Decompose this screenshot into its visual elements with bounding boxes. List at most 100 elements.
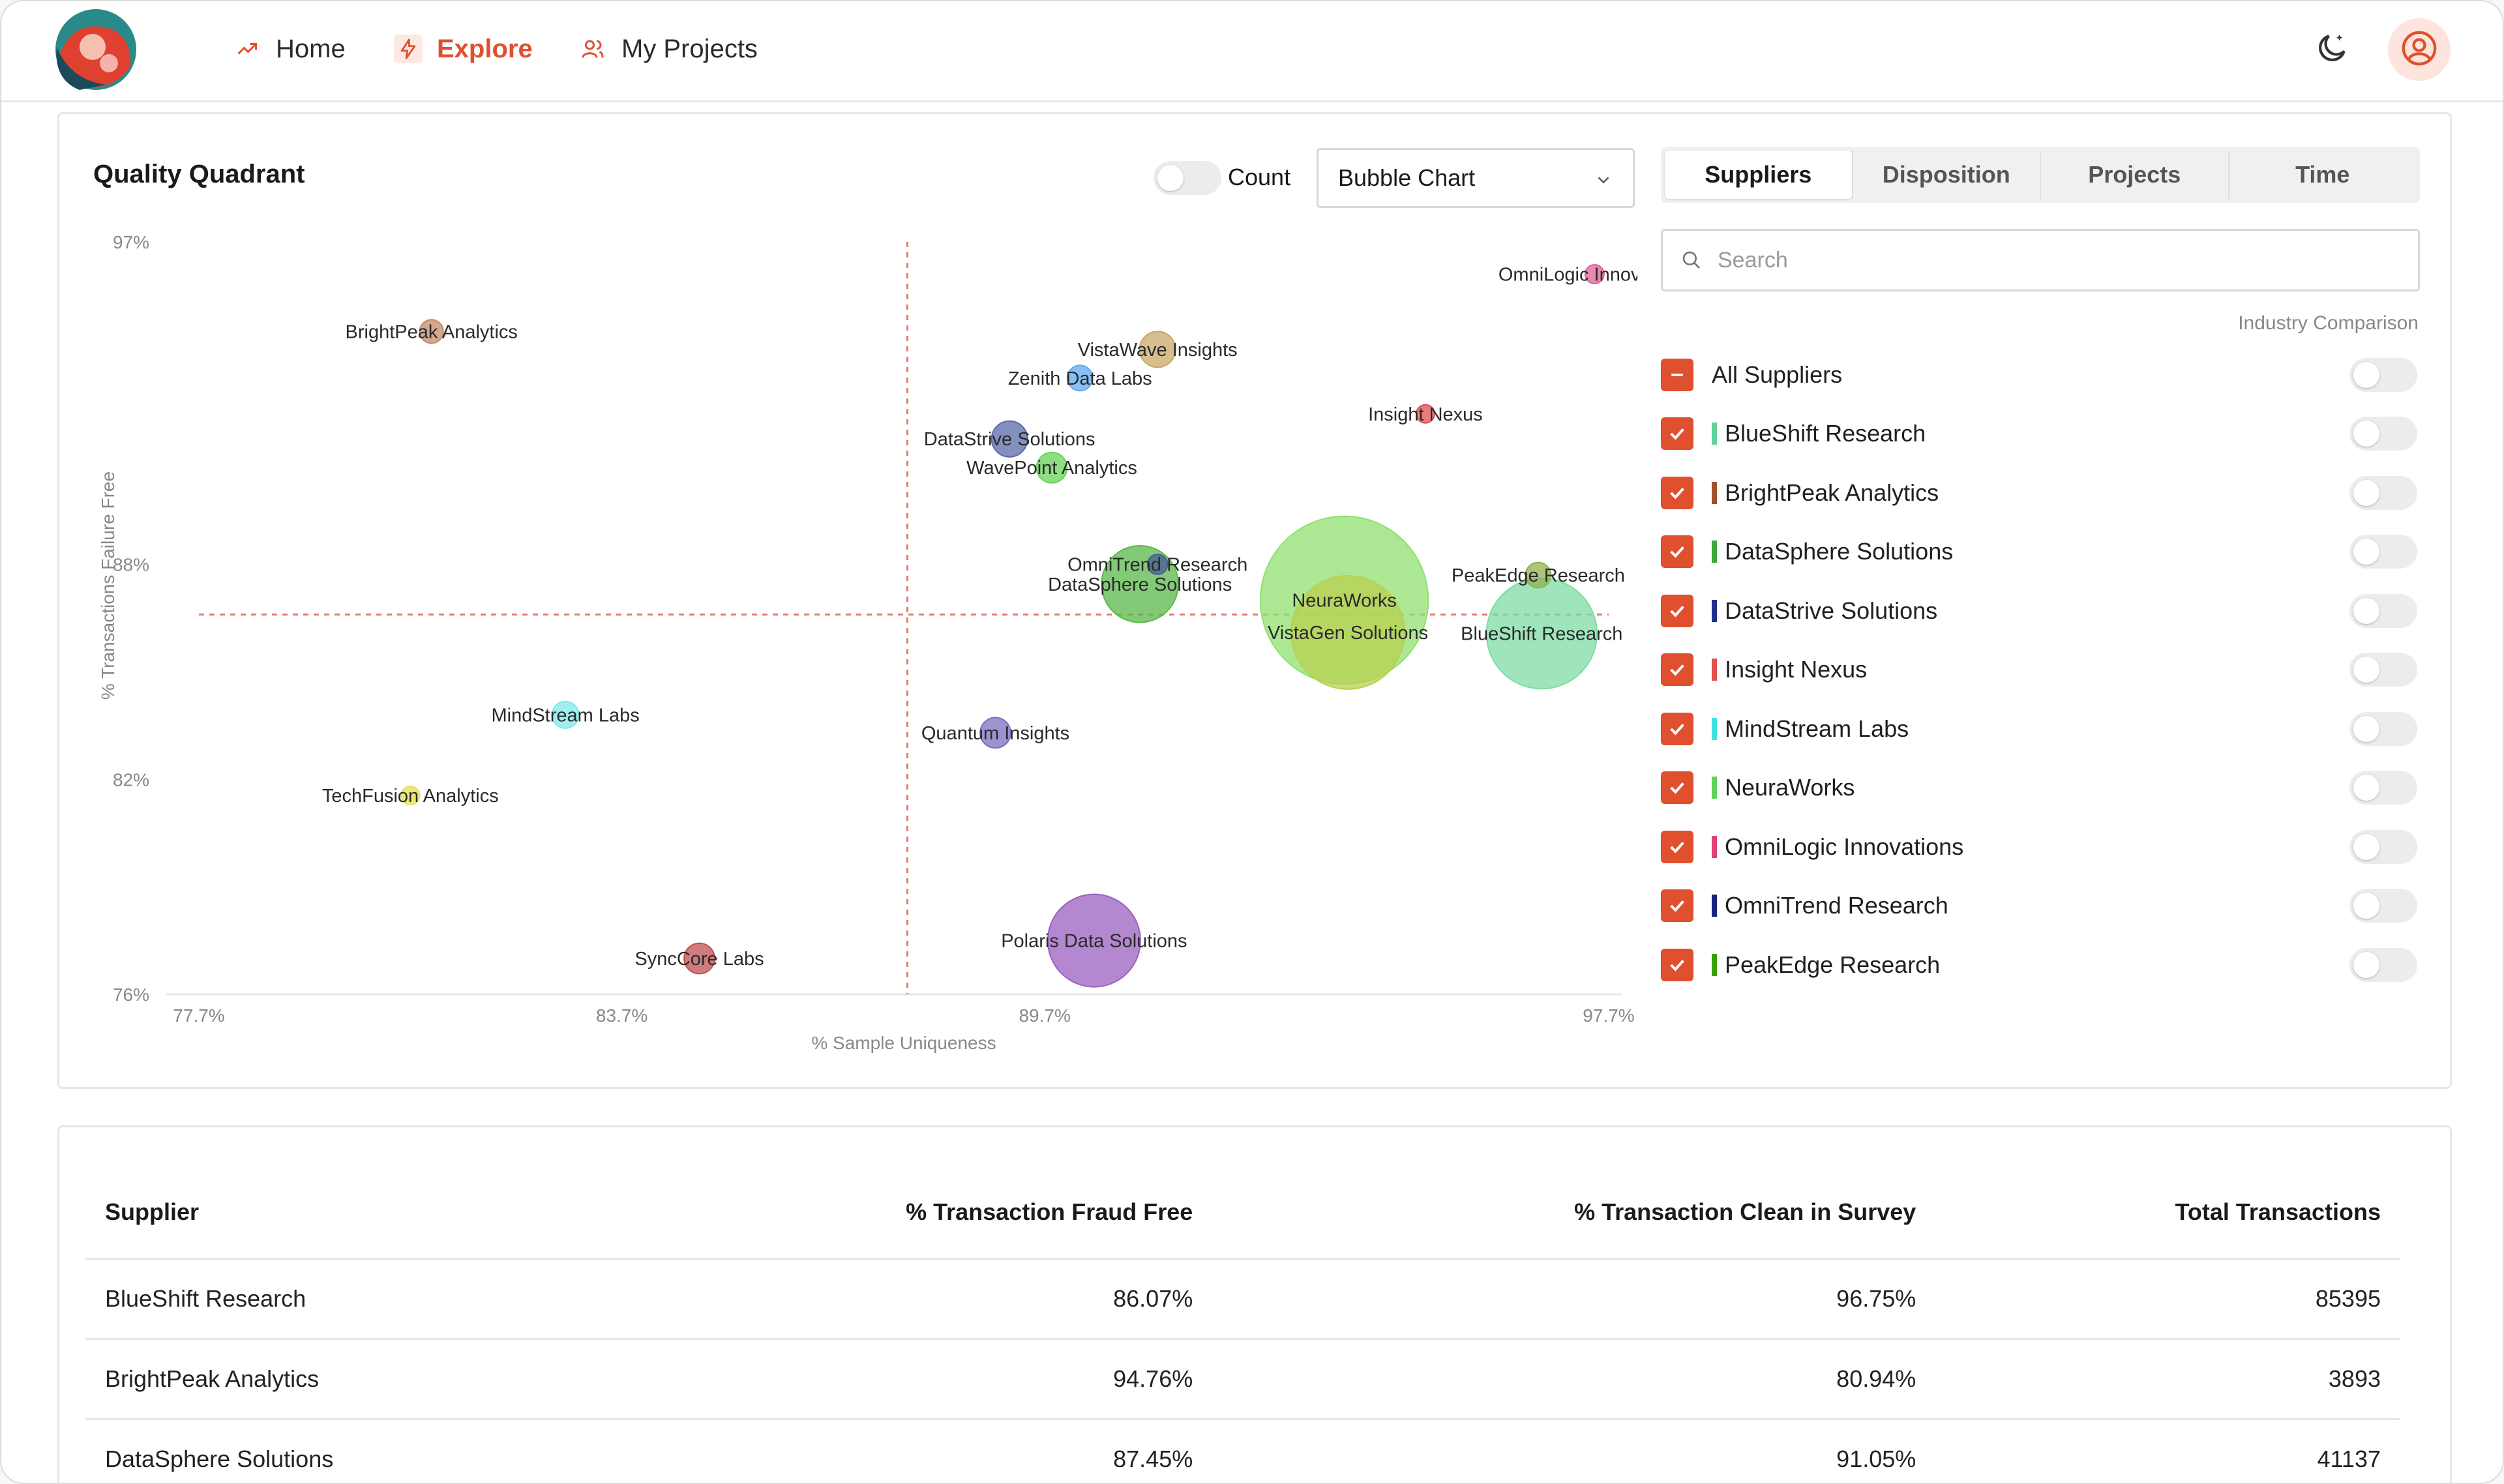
column-header-clean-in-survey[interactable]: % Transaction Clean in Survey [1212,1166,1936,1260]
users-icon [578,35,607,63]
list-item-supplier[interactable]: BrightPeak Analytics [1661,473,2417,512]
app-logo[interactable] [53,8,138,91]
checkbox-checked[interactable] [1661,830,1693,863]
table-cell: 41137 [1935,1419,2400,1483]
filter-tabs: Suppliers Disposition Projects Time [1661,147,2420,203]
checkbox-checked[interactable] [1661,653,1693,686]
industry-comparison-toggle[interactable] [2349,889,2417,923]
series-color-swatch [1712,777,1717,799]
table-cell: BrightPeak Analytics [85,1339,593,1420]
trend-up-icon [233,35,261,63]
supplier-name: BrightPeak Analytics [1725,479,1939,506]
column-header-total-transactions[interactable]: Total Transactions [1935,1166,2400,1260]
industry-comparison-toggle[interactable] [2349,535,2417,569]
bubble-label: MindStream Labs [491,705,639,726]
supplier-name: OmniTrend Research [1725,892,1948,919]
list-item-supplier[interactable]: MindStream Labs [1661,709,2417,749]
table-cell: 94.76% [593,1339,1213,1420]
checkbox-checked[interactable] [1661,889,1693,922]
series-color-swatch [1712,541,1717,563]
industry-comparison-toggle[interactable] [2349,653,2417,687]
nav-explore[interactable]: Explore [394,26,533,72]
table-row[interactable]: DataSphere Solutions 87.45% 91.05% 41137 [85,1419,2400,1483]
column-header-fraud-free[interactable]: % Transaction Fraud Free [593,1166,1213,1260]
search-icon [1681,250,1702,271]
industry-comparison-toggle[interactable] [2349,771,2417,805]
table-cell: 3893 [1935,1339,2400,1420]
supplier-name: DataSphere Solutions [1725,538,1954,565]
supplier-list: All Suppliers BlueShift Research BrightPe… [1661,355,2420,1007]
user-profile-button[interactable] [2388,18,2451,81]
table-cell: DataSphere Solutions [85,1419,593,1483]
table-row[interactable]: BlueShift Research 86.07% 96.75% 85395 [85,1258,2400,1340]
industry-comparison-toggle[interactable] [2349,358,2417,392]
table-cell: 91.05% [1212,1419,1936,1483]
checkbox-checked[interactable] [1661,535,1693,568]
industry-comparison-toggle[interactable] [2349,947,2417,982]
supplier-name: BlueShift Research [1725,420,1926,447]
bubble-label: Insight Nexus [1368,404,1483,425]
bubble-label: Polaris Data Solutions [1001,931,1187,952]
industry-comparison-toggle[interactable] [2349,417,2417,451]
supplier-table-card: Supplier % Transaction Fraud Free % Tran… [57,1125,2452,1483]
list-item-supplier[interactable]: OmniLogic Innovations [1661,827,2417,867]
series-color-swatch [1712,895,1717,917]
tab-projects[interactable]: Projects [2040,151,2228,199]
checkmark-icon [1670,900,1684,912]
list-item-supplier[interactable]: DataStrive Solutions [1661,591,2417,631]
y-tick-label: 88% [113,555,149,575]
nav-home[interactable]: Home [233,26,346,72]
supplier-name: DataStrive Solutions [1725,597,1938,624]
table-row[interactable]: BrightPeak Analytics 94.76% 80.94% 3893 [85,1339,2400,1420]
nav-home-label: Home [276,34,346,63]
industry-comparison-toggle[interactable] [2349,593,2417,628]
checkbox-checked[interactable] [1661,594,1693,627]
bubble-label: Zenith Data Labs [1008,368,1152,389]
bubble-label: TechFusion Analytics [322,786,499,807]
column-header-supplier[interactable]: Supplier [85,1166,593,1260]
x-tick-label: 77.7% [173,1005,224,1026]
tab-time[interactable]: Time [2228,151,2417,199]
list-item-supplier[interactable]: NeuraWorks [1661,768,2417,807]
list-item-supplier[interactable]: PeakEdge Research [1661,945,2417,985]
list-item-supplier[interactable]: BlueShift Research [1661,414,2417,453]
checkbox-checked[interactable] [1661,712,1693,745]
bubble-label: PeakEdge Research [1452,565,1625,586]
indeterminate-checkbox[interactable] [1661,359,1693,391]
supplier-name: Insight Nexus [1725,656,1868,683]
search-input[interactable] [1716,246,2418,274]
industry-comparison-toggle[interactable] [2349,829,2417,864]
table-cell: 96.75% [1212,1258,1936,1340]
industry-comparison-toggle[interactable] [2349,475,2417,510]
list-item-all-suppliers[interactable]: All Suppliers [1661,355,2417,394]
x-tick-label: 83.7% [596,1005,648,1026]
quality-quadrant-card: Quality Quadrant Count Bubble Chart 77.7… [57,112,2452,1089]
list-item-supplier[interactable]: OmniTrend Research [1661,886,2417,925]
nav-my-projects[interactable]: My Projects [578,26,758,72]
y-tick-label: 76% [113,985,149,1005]
checkbox-checked[interactable] [1661,417,1693,450]
checkmark-icon [1670,487,1684,499]
industry-comparison-label: Industry Comparison [2238,312,2419,334]
checkbox-checked[interactable] [1661,771,1693,804]
checkmark-icon [1670,723,1684,735]
checkmark-icon [1670,605,1684,617]
list-item-supplier[interactable]: DataSphere Solutions [1661,532,2417,571]
bubble-label: Quantum Insights [921,723,1069,744]
theme-toggle-button[interactable] [2301,18,2363,81]
checkmark-icon [1670,546,1684,558]
bubble-label: DataStrive Solutions [924,429,1096,450]
tab-suppliers[interactable]: Suppliers [1665,151,1852,199]
table-header-row: Supplier % Transaction Fraud Free % Tran… [85,1166,2400,1260]
tab-disposition[interactable]: Disposition [1851,151,2040,199]
top-navigation-bar: Home Explore My Projects [1,1,2503,102]
checkmark-icon [1670,664,1684,676]
table-cell: BlueShift Research [85,1258,593,1340]
list-item-supplier[interactable]: Insight Nexus [1661,650,2417,689]
checkbox-checked[interactable] [1661,476,1693,509]
series-color-swatch [1712,599,1717,622]
checkmark-icon [1670,959,1684,972]
checkbox-checked[interactable] [1661,948,1693,981]
series-color-swatch [1712,717,1717,740]
industry-comparison-toggle[interactable] [2349,711,2417,746]
